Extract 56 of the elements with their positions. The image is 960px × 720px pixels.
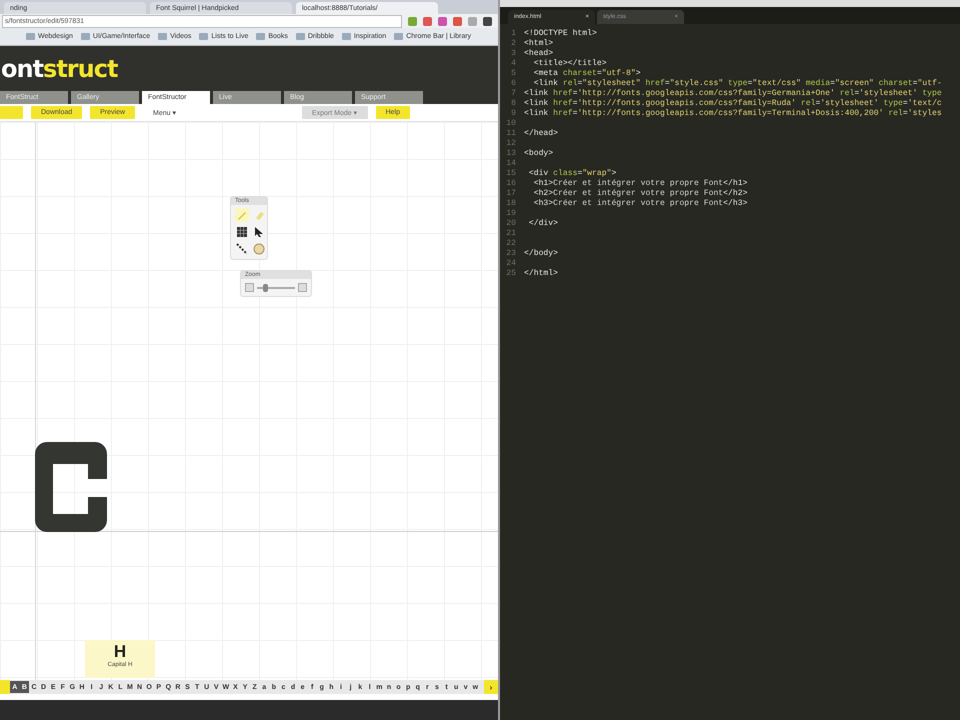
code-line: </head> [524, 129, 558, 139]
line-number: 21 [505, 229, 517, 239]
cursor-icon [253, 226, 265, 238]
line-number: 6 [510, 79, 517, 89]
code-line: <title></title> [532, 59, 607, 69]
tool-button[interactable] [235, 242, 249, 256]
line-number: 1 [510, 29, 517, 39]
tool-button[interactable] [235, 225, 249, 239]
line-number: 7 [510, 89, 517, 99]
line-number: 19 [505, 209, 517, 219]
line-number: 10 [505, 119, 517, 129]
code-line: <link href='http://fonts.googleapis.com/css?family=Ruda' rel='stylesheet' type='text/c [524, 99, 942, 109]
code-line: </div> [528, 219, 558, 229]
code-line: <h2>Créer et intégrer votre propre Font</h2> [532, 189, 748, 199]
grid-icon [237, 227, 247, 237]
line-number: 9 [510, 109, 517, 119]
preview-glyph: H [114, 642, 126, 662]
code-line: <h3>Créer et intégrer votre propre Font</h3> [532, 199, 748, 209]
line-number: 14 [505, 159, 517, 169]
line-number: 5 [510, 69, 517, 79]
code-line: <link href='http://fonts.googleapis.com/css?family=Terminal+Dosis:400,200' rel='styles [524, 109, 942, 119]
eraser-icon [253, 209, 265, 221]
line-number: 11 [505, 129, 517, 139]
code-line: <link href='http://fonts.googleapis.com/css?family=Germania+One' rel='stylesheet' type [524, 89, 942, 99]
code-line: </html> [524, 269, 558, 279]
line-number: 24 [505, 259, 517, 269]
code-line: <body> [524, 149, 554, 159]
zoom-out-button[interactable] [245, 283, 254, 292]
pencil-icon [236, 209, 248, 221]
slider-thumb[interactable] [262, 284, 268, 292]
line-number: 17 [505, 189, 517, 199]
code-line: <html> [524, 39, 554, 49]
line-number: 18 [505, 199, 517, 209]
site-logo: ontstruct [1, 54, 118, 82]
code-line: <div class="wrap"> [528, 169, 616, 179]
line-number: 12 [505, 139, 517, 149]
zoom-in-button[interactable] [298, 283, 307, 292]
line-number: 15 [505, 169, 517, 179]
dotted-line-icon [236, 243, 248, 255]
code-line: <!DOCTYPE html> [524, 29, 597, 39]
line-number: 23 [505, 249, 517, 259]
line-number: 8 [510, 99, 517, 109]
line-number: 22 [505, 239, 517, 249]
line-number: 13 [505, 149, 517, 159]
line-number: 2 [510, 39, 517, 49]
code-line: <meta charset="utf-8"> [532, 69, 641, 79]
next-button[interactable]: › [484, 680, 498, 694]
line-number: 16 [505, 179, 517, 189]
line-number: 4 [510, 59, 517, 69]
line-number: 20 [505, 219, 517, 229]
line-number: 25 [505, 269, 517, 279]
line-number: 3 [510, 49, 517, 59]
code-line: </body> [524, 249, 558, 259]
code-line: <link rel="stylesheet" href="style.css" type="text/css" media="screen" charset="utf- [532, 79, 942, 89]
code-line: <h1>Créer et intégrer votre propre Font</h1> [532, 179, 748, 189]
code-line: <head> [524, 49, 554, 59]
